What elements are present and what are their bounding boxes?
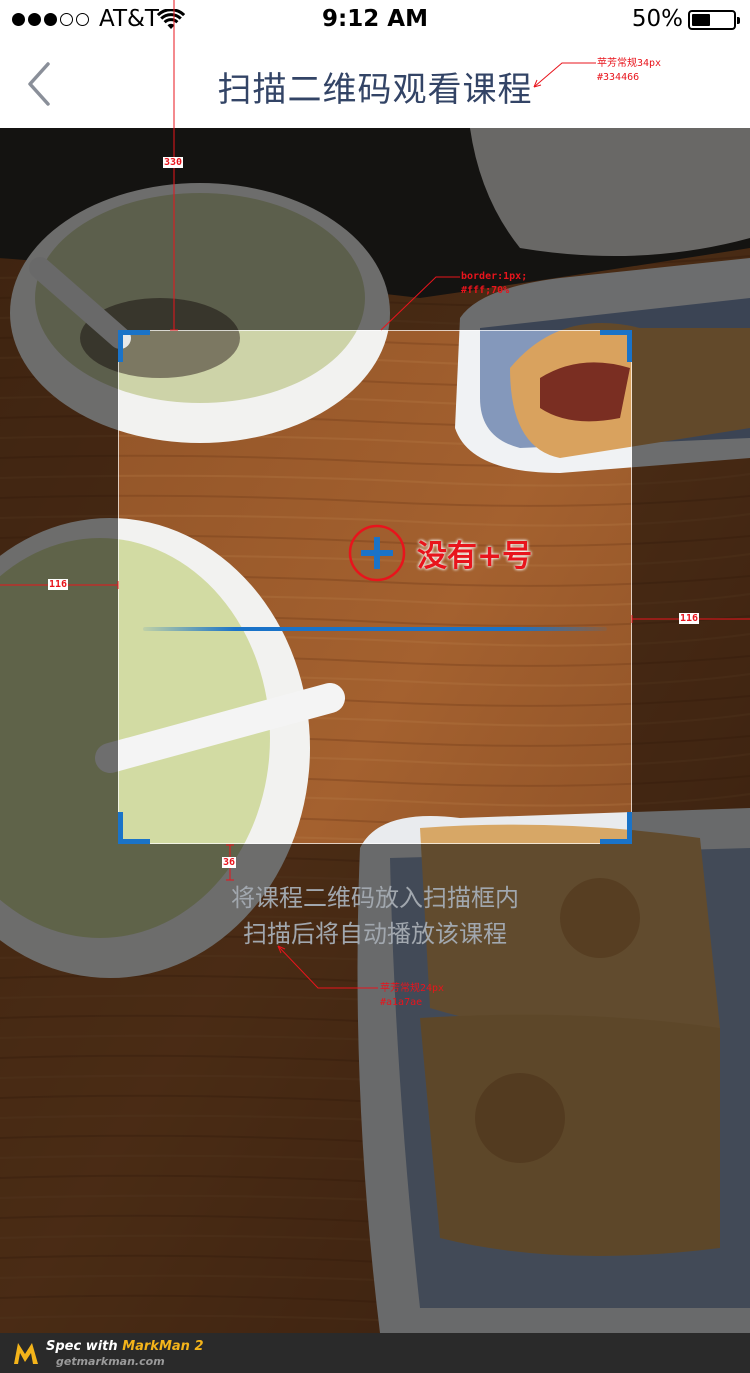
markman-spec-with: Spec with (46, 1339, 123, 1354)
scan-hint-line-1: 将课程二维码放入扫描框内 (231, 884, 519, 912)
nav-bar: 扫描二维码观看课程 (0, 40, 750, 128)
scan-corner (118, 812, 150, 844)
scan-frame: 没有+号 (118, 330, 632, 844)
status-bar: AT&T 9:12 AM 50% (0, 0, 750, 40)
markman-footer: Spec with MarkMan 2 getmarkman.com (0, 1333, 750, 1373)
hint-spec-color: #a1a7ae (380, 997, 423, 1008)
markman-title: Spec with MarkMan 2 (46, 1339, 204, 1354)
markman-logo-icon (14, 1343, 38, 1364)
border-spec-width: border:1px; (461, 271, 528, 282)
dim-left-116: 116 (48, 579, 69, 590)
title-spec-color: #334466 (597, 72, 640, 83)
camera-preview: 没有+号 将课程二维码放入扫描框内 扫描后将自动播放该课程 (0, 128, 750, 1333)
battery-level (692, 14, 710, 26)
no-plus-note: 没有+号 (417, 539, 533, 574)
scan-corner (600, 330, 632, 362)
hint-spec-font: 苹芳常规24px (380, 983, 445, 994)
markman-url[interactable]: getmarkman.com (56, 1355, 165, 1368)
page-title: 扫描二维码观看课程 (217, 70, 533, 110)
dim-gap-36: 36 (222, 857, 237, 868)
scan-corner (118, 330, 150, 362)
battery-icon (688, 10, 740, 30)
scan-corner (600, 812, 632, 844)
markman-brand: MarkMan 2 (122, 1339, 204, 1354)
dim-right-116: 116 (679, 613, 700, 624)
plus-circle-icon (348, 524, 406, 582)
scan-line (143, 627, 607, 631)
title-spec-font: 苹芳常规34px (597, 58, 662, 69)
dim-top-330: 330 (163, 157, 184, 168)
scan-hint-line-2: 扫描后将自动播放该课程 (243, 920, 507, 948)
border-spec-color: #fff;70% (461, 285, 510, 296)
battery-percent: 50% (631, 6, 683, 32)
